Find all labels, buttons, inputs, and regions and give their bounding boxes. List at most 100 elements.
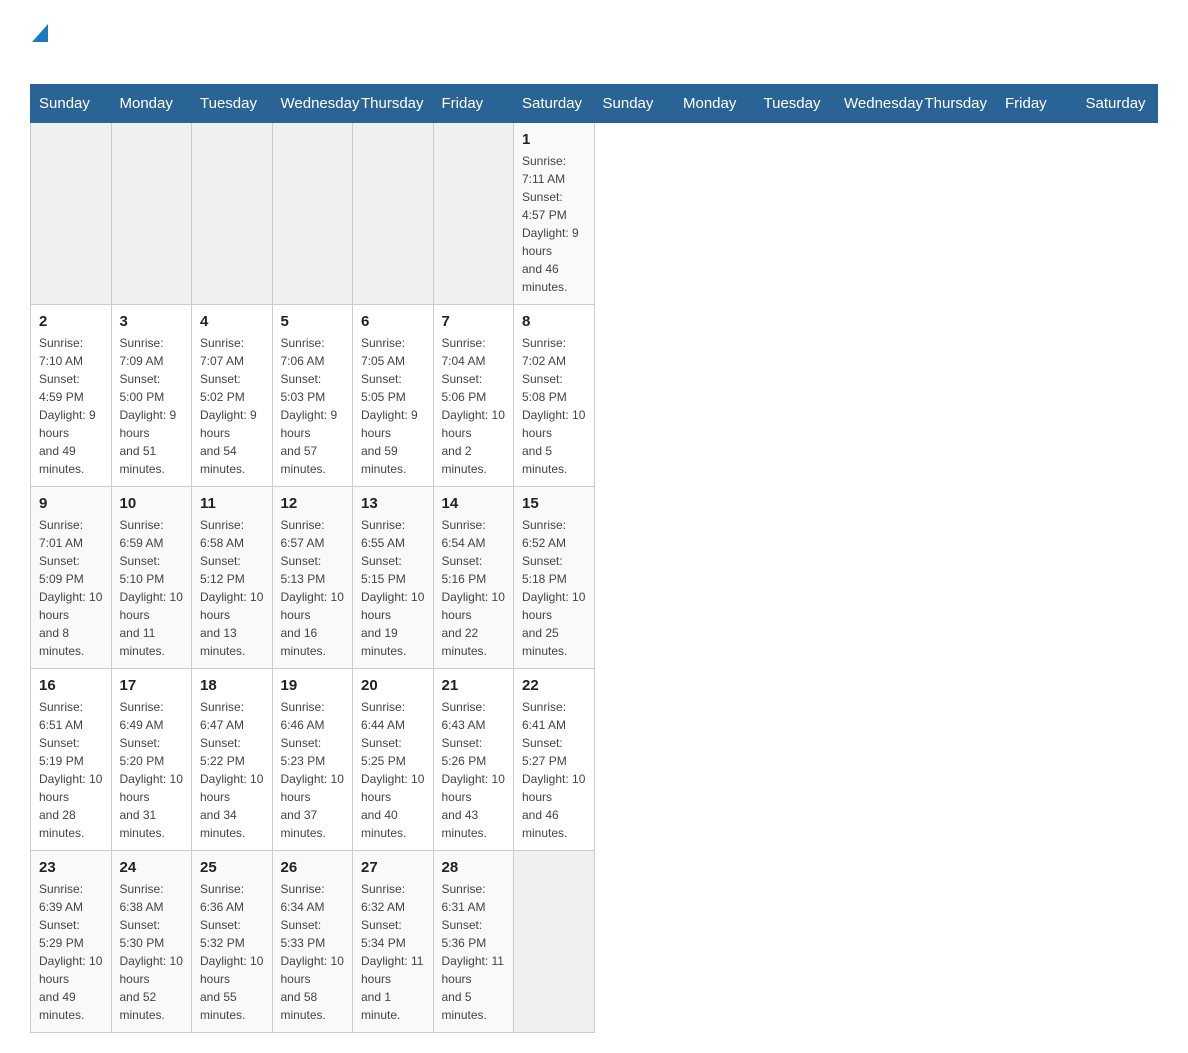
day-number: 2 <box>39 313 103 330</box>
day-info: Sunrise: 7:11 AMSunset: 4:57 PMDaylight:… <box>522 152 586 296</box>
day-cell-2: 2 Sunrise: 7:10 AMSunset: 4:59 PMDaylight… <box>31 305 112 487</box>
weekday-header-tuesday: Tuesday <box>192 85 273 123</box>
weekday-header-saturday: Saturday <box>1077 85 1158 123</box>
day-number: 17 <box>120 677 184 694</box>
day-number: 23 <box>39 859 103 876</box>
day-number: 26 <box>281 859 345 876</box>
empty-cell <box>192 123 273 305</box>
day-number: 10 <box>120 495 184 512</box>
day-info: Sunrise: 7:09 AMSunset: 5:00 PMDaylight:… <box>120 334 184 478</box>
page-header <box>30 20 1158 64</box>
day-cell-4: 4 Sunrise: 7:07 AMSunset: 5:02 PMDaylight… <box>192 305 273 487</box>
day-number: 14 <box>442 495 506 512</box>
day-info: Sunrise: 6:55 AMSunset: 5:15 PMDaylight:… <box>361 516 425 660</box>
day-info: Sunrise: 6:47 AMSunset: 5:22 PMDaylight:… <box>200 698 264 842</box>
day-info: Sunrise: 6:58 AMSunset: 5:12 PMDaylight:… <box>200 516 264 660</box>
day-cell-1: 1Sunrise: 7:11 AMSunset: 4:57 PMDaylight… <box>514 123 595 305</box>
day-info: Sunrise: 7:10 AMSunset: 4:59 PMDaylight:… <box>39 334 103 478</box>
day-cell-26: 26 Sunrise: 6:34 AMSunset: 5:33 PMDayligh… <box>272 851 353 1033</box>
empty-cell <box>353 123 434 305</box>
day-info: Sunrise: 6:31 AMSunset: 5:36 PMDaylight:… <box>442 880 506 1024</box>
day-info: Sunrise: 6:36 AMSunset: 5:32 PMDaylight:… <box>200 880 264 1024</box>
day-number: 8 <box>522 313 586 330</box>
weekday-header-monday: Monday <box>111 85 192 123</box>
day-number: 19 <box>281 677 345 694</box>
day-info: Sunrise: 7:01 AMSunset: 5:09 PMDaylight:… <box>39 516 103 660</box>
day-number: 4 <box>200 313 264 330</box>
weekday-header-thursday: Thursday <box>916 85 997 123</box>
day-number: 9 <box>39 495 103 512</box>
day-cell-3: 3Sunrise: 7:09 AMSunset: 5:00 PMDaylight… <box>111 305 192 487</box>
empty-cell <box>111 123 192 305</box>
day-cell-27: 27Sunrise: 6:32 AMSunset: 5:34 PMDayligh… <box>353 851 434 1033</box>
day-number: 18 <box>200 677 264 694</box>
empty-cell <box>514 851 595 1033</box>
day-number: 15 <box>522 495 586 512</box>
week-row-1: 2 Sunrise: 7:10 AMSunset: 4:59 PMDaylight… <box>31 305 1158 487</box>
weekday-header-saturday: Saturday <box>514 85 595 123</box>
day-info: Sunrise: 6:52 AMSunset: 5:18 PMDaylight:… <box>522 516 586 660</box>
day-info: Sunrise: 6:49 AMSunset: 5:20 PMDaylight:… <box>120 698 184 842</box>
day-cell-11: 11 Sunrise: 6:58 AMSunset: 5:12 PMDayligh… <box>192 487 273 669</box>
empty-cell <box>433 123 514 305</box>
weekday-header-thursday: Thursday <box>353 85 434 123</box>
day-cell-10: 10 Sunrise: 6:59 AMSunset: 5:10 PMDayligh… <box>111 487 192 669</box>
weekday-header-monday: Monday <box>675 85 756 123</box>
weekday-header-sunday: Sunday <box>594 85 675 123</box>
weekday-header-friday: Friday <box>433 85 514 123</box>
day-number: 28 <box>442 859 506 876</box>
day-info: Sunrise: 7:02 AMSunset: 5:08 PMDaylight:… <box>522 334 586 478</box>
week-row-4: 23 Sunrise: 6:39 AMSunset: 5:29 PMDayligh… <box>31 851 1158 1033</box>
day-info: Sunrise: 7:07 AMSunset: 5:02 PMDaylight:… <box>200 334 264 478</box>
day-cell-13: 13 Sunrise: 6:55 AMSunset: 5:15 PMDayligh… <box>353 487 434 669</box>
day-info: Sunrise: 6:59 AMSunset: 5:10 PMDaylight:… <box>120 516 184 660</box>
day-info: Sunrise: 6:39 AMSunset: 5:29 PMDaylight:… <box>39 880 103 1024</box>
day-cell-24: 24Sunrise: 6:38 AMSunset: 5:30 PMDayligh… <box>111 851 192 1033</box>
day-cell-16: 16Sunrise: 6:51 AMSunset: 5:19 PMDayligh… <box>31 669 112 851</box>
day-cell-12: 12 Sunrise: 6:57 AMSunset: 5:13 PMDayligh… <box>272 487 353 669</box>
day-cell-28: 28 Sunrise: 6:31 AMSunset: 5:36 PMDayligh… <box>433 851 514 1033</box>
day-cell-23: 23 Sunrise: 6:39 AMSunset: 5:29 PMDayligh… <box>31 851 112 1033</box>
day-cell-9: 9 Sunrise: 7:01 AMSunset: 5:09 PMDaylight… <box>31 487 112 669</box>
day-number: 25 <box>200 859 264 876</box>
calendar-header-row: SundayMondayTuesdayWednesdayThursdayFrid… <box>31 85 1158 123</box>
day-number: 5 <box>281 313 345 330</box>
day-info: Sunrise: 6:34 AMSunset: 5:33 PMDaylight:… <box>281 880 345 1024</box>
day-cell-14: 14 Sunrise: 6:54 AMSunset: 5:16 PMDayligh… <box>433 487 514 669</box>
weekday-header-sunday: Sunday <box>31 85 112 123</box>
day-cell-25: 25 Sunrise: 6:36 AMSunset: 5:32 PMDayligh… <box>192 851 273 1033</box>
week-row-0: 1Sunrise: 7:11 AMSunset: 4:57 PMDaylight… <box>31 123 1158 305</box>
day-info: Sunrise: 6:38 AMSunset: 5:30 PMDaylight:… <box>120 880 184 1024</box>
day-number: 21 <box>442 677 506 694</box>
day-info: Sunrise: 6:41 AMSunset: 5:27 PMDaylight:… <box>522 698 586 842</box>
day-info: Sunrise: 6:51 AMSunset: 5:19 PMDaylight:… <box>39 698 103 842</box>
day-number: 6 <box>361 313 425 330</box>
weekday-header-friday: Friday <box>997 85 1078 123</box>
day-number: 7 <box>442 313 506 330</box>
weekday-header-wednesday: Wednesday <box>836 85 917 123</box>
day-info: Sunrise: 6:57 AMSunset: 5:13 PMDaylight:… <box>281 516 345 660</box>
day-cell-15: 15 Sunrise: 6:52 AMSunset: 5:18 PMDayligh… <box>514 487 595 669</box>
day-number: 12 <box>281 495 345 512</box>
day-cell-17: 17 Sunrise: 6:49 AMSunset: 5:20 PMDayligh… <box>111 669 192 851</box>
day-info: Sunrise: 6:43 AMSunset: 5:26 PMDaylight:… <box>442 698 506 842</box>
week-row-3: 16Sunrise: 6:51 AMSunset: 5:19 PMDayligh… <box>31 669 1158 851</box>
day-info: Sunrise: 6:54 AMSunset: 5:16 PMDaylight:… <box>442 516 506 660</box>
day-cell-18: 18 Sunrise: 6:47 AMSunset: 5:22 PMDayligh… <box>192 669 273 851</box>
logo-triangle-icon <box>32 20 48 42</box>
day-number: 13 <box>361 495 425 512</box>
day-cell-5: 5Sunrise: 7:06 AMSunset: 5:03 PMDaylight… <box>272 305 353 487</box>
day-cell-21: 21 Sunrise: 6:43 AMSunset: 5:26 PMDayligh… <box>433 669 514 851</box>
day-cell-20: 20Sunrise: 6:44 AMSunset: 5:25 PMDayligh… <box>353 669 434 851</box>
calendar-table: SundayMondayTuesdayWednesdayThursdayFrid… <box>30 84 1158 1033</box>
day-number: 22 <box>522 677 586 694</box>
weekday-header-wednesday: Wednesday <box>272 85 353 123</box>
day-cell-19: 19Sunrise: 6:46 AMSunset: 5:23 PMDayligh… <box>272 669 353 851</box>
day-number: 11 <box>200 495 264 512</box>
day-info: Sunrise: 6:32 AMSunset: 5:34 PMDaylight:… <box>361 880 425 1024</box>
day-info: Sunrise: 7:05 AMSunset: 5:05 PMDaylight:… <box>361 334 425 478</box>
day-cell-22: 22 Sunrise: 6:41 AMSunset: 5:27 PMDayligh… <box>514 669 595 851</box>
day-info: Sunrise: 7:04 AMSunset: 5:06 PMDaylight:… <box>442 334 506 478</box>
day-cell-8: 8 Sunrise: 7:02 AMSunset: 5:08 PMDaylight… <box>514 305 595 487</box>
logo <box>30 20 48 64</box>
